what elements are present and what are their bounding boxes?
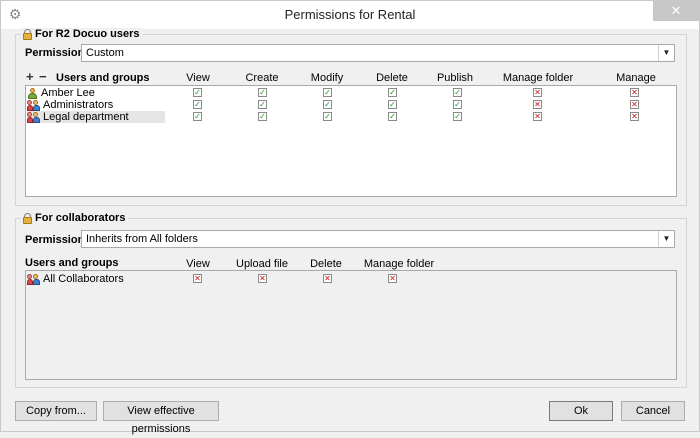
r2-permissions-select[interactable]: Custom ▼: [81, 44, 675, 62]
cross-icon[interactable]: ✕: [533, 100, 542, 109]
user-name: Legal department: [43, 111, 129, 123]
list-item[interactable]: Legal department: [27, 111, 165, 123]
lock-icon: [23, 212, 32, 224]
collaborators-group-title: For collaborators: [21, 212, 129, 224]
check-icon[interactable]: ✓: [388, 88, 397, 97]
r2-header-modify: Modify: [310, 72, 344, 84]
user-icon: [27, 87, 38, 99]
check-icon[interactable]: ✓: [258, 112, 267, 121]
close-button[interactable]: ✕: [653, 1, 699, 21]
cancel-button[interactable]: Cancel: [621, 401, 685, 421]
group-icon: [27, 99, 40, 111]
cross-icon[interactable]: ✕: [323, 274, 332, 283]
cross-icon[interactable]: ✕: [193, 274, 202, 283]
cross-icon[interactable]: ✕: [630, 88, 639, 97]
check-icon[interactable]: ✓: [193, 88, 202, 97]
list-item[interactable]: Amber Lee: [27, 87, 165, 99]
r2-header-users-groups: Users and groups: [56, 72, 150, 84]
user-name: Administrators: [43, 99, 114, 111]
user-name: All Collaborators: [43, 273, 124, 285]
check-icon[interactable]: ✓: [193, 112, 202, 121]
view-effective-permissions-button[interactable]: View effective permissions: [103, 401, 219, 435]
collab-permissions-select[interactable]: Inherits from All folders ▼: [81, 230, 675, 248]
check-icon[interactable]: ✓: [323, 100, 332, 109]
check-icon[interactable]: ✓: [323, 112, 332, 121]
chevron-down-icon[interactable]: ▼: [658, 45, 674, 61]
r2-permissions-label: Permissions:: [25, 47, 95, 59]
user-name: Amber Lee: [41, 87, 95, 99]
check-icon[interactable]: ✓: [323, 88, 332, 97]
chevron-down-icon[interactable]: ▼: [658, 231, 674, 247]
check-icon[interactable]: ✓: [453, 100, 462, 109]
cross-icon[interactable]: ✕: [533, 88, 542, 97]
r2-users-group-title: For R2 Docuo users: [21, 28, 143, 40]
r2-header-manage-folder: Manage folder: [502, 72, 574, 84]
cross-icon[interactable]: ✕: [630, 100, 639, 109]
group-icon: [27, 111, 40, 123]
title-bar: ⚙ Permissions for Rental ✕: [1, 1, 699, 29]
check-icon[interactable]: ✓: [258, 88, 267, 97]
permissions-dialog: ⚙ Permissions for Rental ✕ For R2 Docuo …: [0, 0, 700, 435]
r2-group-title-text: For R2 Docuo users: [35, 28, 140, 40]
copy-from-button[interactable]: Copy from...: [15, 401, 97, 421]
add-icon[interactable]: +: [26, 69, 34, 84]
window-title: Permissions for Rental: [284, 7, 416, 22]
r2-permissions-value: Custom: [86, 47, 124, 59]
r2-header-delete: Delete: [376, 72, 408, 84]
check-icon[interactable]: ✓: [453, 112, 462, 121]
collab-group-title-text: For collaborators: [35, 212, 126, 224]
list-item[interactable]: All Collaborators: [27, 273, 165, 285]
check-icon[interactable]: ✓: [388, 100, 397, 109]
lock-icon: [23, 28, 32, 40]
ok-button[interactable]: Ok: [549, 401, 613, 421]
r2-header-view: View: [186, 72, 210, 84]
check-icon[interactable]: ✓: [453, 88, 462, 97]
cross-icon[interactable]: ✕: [533, 112, 542, 121]
remove-icon[interactable]: −: [39, 69, 47, 84]
list-item[interactable]: Administrators: [27, 99, 165, 111]
collab-header-upload-file: Upload file: [236, 258, 288, 270]
collab-permissions-label: Permissions:: [25, 234, 95, 246]
cross-icon[interactable]: ✕: [630, 112, 639, 121]
cross-icon[interactable]: ✕: [388, 274, 397, 283]
check-icon[interactable]: ✓: [193, 100, 202, 109]
check-icon[interactable]: ✓: [258, 100, 267, 109]
collab-header-manage-folder: Manage folder: [363, 258, 435, 270]
collab-header-users-groups: Users and groups: [25, 257, 119, 269]
group-icon: [27, 273, 40, 285]
collab-header-view: View: [186, 258, 210, 270]
check-icon[interactable]: ✓: [388, 112, 397, 121]
collab-permissions-value: Inherits from All folders: [86, 233, 198, 245]
r2-header-create: Create: [245, 72, 279, 84]
collab-users-list[interactable]: [25, 270, 677, 380]
r2-header-publish: Publish: [436, 72, 474, 84]
collab-header-delete: Delete: [310, 258, 342, 270]
cross-icon[interactable]: ✕: [258, 274, 267, 283]
